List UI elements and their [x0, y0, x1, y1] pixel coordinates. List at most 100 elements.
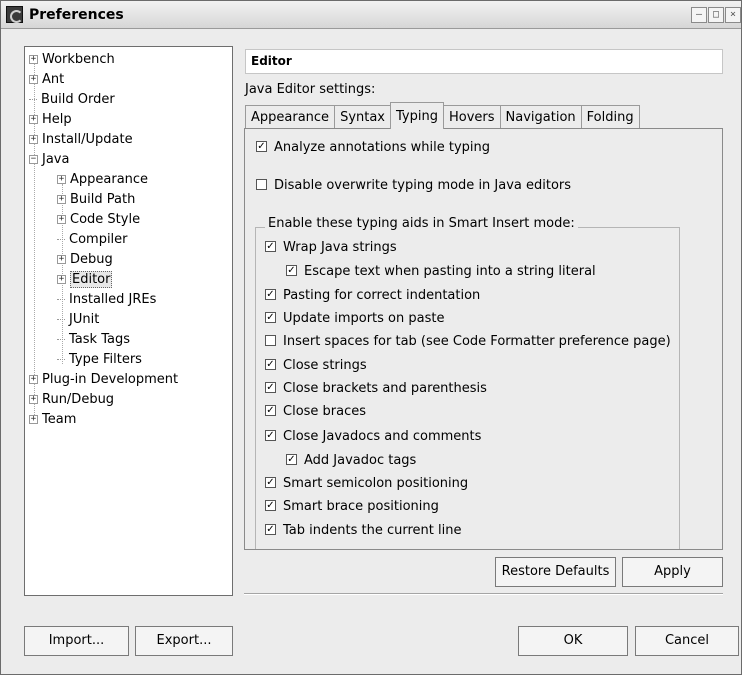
- maximize-icon[interactable]: □: [708, 7, 724, 23]
- restore-defaults-button[interactable]: Restore Defaults: [495, 557, 616, 587]
- close-javadocs-checkbox[interactable]: ✓ Close Javadocs and comments: [265, 427, 481, 447]
- tree-item-build-order[interactable]: Build Order: [29, 90, 115, 110]
- checkbox-icon[interactable]: ✓: [286, 265, 297, 276]
- tree-item-plugin-development[interactable]: + Plug-in Development: [29, 370, 178, 390]
- expand-icon[interactable]: +: [29, 415, 38, 424]
- checkbox-icon[interactable]: ✓: [265, 382, 276, 393]
- cancel-button[interactable]: Cancel: [635, 626, 739, 656]
- tree-item-label: Ant: [42, 72, 65, 87]
- escape-text-checkbox[interactable]: ✓ Escape text when pasting into a string …: [286, 262, 596, 282]
- tree-item-install-update[interactable]: + Install/Update: [29, 130, 133, 150]
- checkbox-icon[interactable]: ✓: [265, 500, 276, 511]
- update-imports-checkbox[interactable]: ✓ Update imports on paste: [265, 309, 444, 329]
- tab-appearance[interactable]: Appearance: [245, 105, 336, 129]
- smart-semicolon-checkbox[interactable]: ✓ Smart semicolon positioning: [265, 474, 468, 494]
- tree-item-run-debug[interactable]: + Run/Debug: [29, 390, 114, 410]
- tree-item-task-tags[interactable]: Task Tags: [57, 330, 130, 350]
- tree-item-debug[interactable]: + Debug: [57, 250, 113, 270]
- close-braces-checkbox[interactable]: ✓ Close braces: [265, 402, 366, 422]
- checkbox-label: Smart brace positioning: [283, 499, 439, 514]
- tree-item-installed-jres[interactable]: Installed JREs: [57, 290, 156, 310]
- checkbox-icon[interactable]: ✓: [286, 454, 297, 465]
- insert-spaces-checkbox[interactable]: Insert spaces for tab (see Code Formatte…: [265, 332, 671, 352]
- tab-folding[interactable]: Folding: [580, 105, 640, 129]
- checkbox-label: Close brackets and parenthesis: [283, 381, 487, 396]
- checkbox-label: Insert spaces for tab (see Code Formatte…: [283, 334, 671, 349]
- expand-icon[interactable]: +: [57, 215, 66, 224]
- checkbox-label: Analyze annotations while typing: [274, 140, 490, 155]
- checkbox-icon[interactable]: ✓: [265, 477, 276, 488]
- expand-icon[interactable]: +: [29, 75, 38, 84]
- tree-item-java[interactable]: − Java: [29, 150, 69, 170]
- checkbox-label: Wrap Java strings: [283, 240, 397, 255]
- preferences-tree[interactable]: + Workbench + Ant Build Order + Help + Insta…: [24, 46, 233, 596]
- add-javadoc-tags-checkbox[interactable]: ✓ Add Javadoc tags: [286, 451, 416, 471]
- checkbox-icon[interactable]: ✓: [265, 359, 276, 370]
- wrap-java-strings-checkbox[interactable]: ✓ Wrap Java strings: [265, 238, 397, 258]
- expand-icon[interactable]: +: [29, 55, 38, 64]
- tab-navigation[interactable]: Navigation: [499, 105, 582, 129]
- tree-item-compiler[interactable]: Compiler: [57, 230, 128, 250]
- minimize-icon[interactable]: –: [691, 7, 707, 23]
- tab-hovers[interactable]: Hovers: [442, 105, 501, 129]
- tree-item-workbench[interactable]: + Workbench: [29, 50, 115, 70]
- expand-icon[interactable]: +: [29, 375, 38, 384]
- expand-icon[interactable]: +: [57, 195, 66, 204]
- tab-indents-checkbox[interactable]: ✓ Tab indents the current line: [265, 521, 461, 541]
- expand-icon[interactable]: +: [29, 115, 38, 124]
- checkbox-label: Pasting for correct indentation: [283, 288, 481, 303]
- analyze-annotations-checkbox[interactable]: ✓ Analyze annotations while typing: [256, 138, 490, 158]
- expand-icon[interactable]: +: [57, 175, 66, 184]
- close-brackets-checkbox[interactable]: ✓ Close brackets and parenthesis: [265, 379, 487, 399]
- tree-item-label: Code Style: [70, 212, 141, 227]
- checkbox-icon[interactable]: ✓: [256, 141, 267, 152]
- tree-item-label: Task Tags: [69, 332, 130, 347]
- tree-item-label: Debug: [70, 252, 113, 267]
- checkbox-label: Escape text when pasting into a string l…: [304, 264, 596, 279]
- expand-icon[interactable]: +: [57, 275, 66, 284]
- checkbox-icon[interactable]: ✓: [265, 312, 276, 323]
- tree-item-label: Installed JREs: [69, 292, 157, 307]
- close-strings-checkbox[interactable]: ✓ Close strings: [265, 356, 367, 376]
- page-title: Editor: [245, 49, 723, 74]
- tree-item-build-path[interactable]: + Build Path: [57, 190, 135, 210]
- tree-item-junit[interactable]: JUnit: [57, 310, 99, 330]
- tree-item-team[interactable]: + Team: [29, 410, 76, 430]
- separator: [244, 593, 723, 595]
- expand-icon[interactable]: +: [29, 395, 38, 404]
- tree-item-label: Build Path: [70, 192, 136, 207]
- checkbox-icon[interactable]: ✓: [265, 405, 276, 416]
- title-bar[interactable]: Preferences – □ ×: [1, 1, 741, 29]
- disable-overwrite-checkbox[interactable]: Disable overwrite typing mode in Java ed…: [256, 176, 571, 196]
- checkbox-icon[interactable]: ✓: [265, 524, 276, 535]
- tree-item-label: Build Order: [41, 92, 115, 107]
- tree-item-appearance[interactable]: + Appearance: [57, 170, 148, 190]
- tab-typing[interactable]: Typing: [390, 102, 444, 129]
- pasting-indentation-checkbox[interactable]: ✓ Pasting for correct indentation: [265, 286, 480, 306]
- window-title: Preferences: [29, 7, 124, 23]
- tab-syntax[interactable]: Syntax: [334, 105, 392, 129]
- ok-button[interactable]: OK: [518, 626, 628, 656]
- export-button[interactable]: Export...: [135, 626, 233, 656]
- checkbox-icon[interactable]: [265, 335, 276, 346]
- expand-icon[interactable]: +: [57, 255, 66, 264]
- apply-button[interactable]: Apply: [622, 557, 723, 587]
- tree-item-editor[interactable]: + Editor: [57, 270, 113, 290]
- checkbox-icon[interactable]: ✓: [265, 241, 276, 252]
- preferences-window: Preferences – □ × + Workbench + Ant Build …: [0, 0, 742, 675]
- checkbox-icon[interactable]: ✓: [265, 289, 276, 300]
- expand-icon[interactable]: +: [29, 135, 38, 144]
- checkbox-icon[interactable]: [256, 179, 267, 190]
- close-icon[interactable]: ×: [725, 7, 741, 23]
- tree-item-help[interactable]: + Help: [29, 110, 72, 130]
- tree-item-type-filters[interactable]: Type Filters: [57, 350, 142, 370]
- tree-item-label: Appearance: [70, 172, 149, 187]
- app-icon: [6, 6, 23, 23]
- checkbox-icon[interactable]: ✓: [265, 430, 276, 441]
- tree-item-code-style[interactable]: + Code Style: [57, 210, 140, 230]
- checkbox-label: Smart semicolon positioning: [283, 476, 469, 491]
- collapse-icon[interactable]: −: [29, 155, 38, 164]
- import-button[interactable]: Import...: [24, 626, 129, 656]
- tree-item-ant[interactable]: + Ant: [29, 70, 64, 90]
- smart-brace-checkbox[interactable]: ✓ Smart brace positioning: [265, 497, 439, 517]
